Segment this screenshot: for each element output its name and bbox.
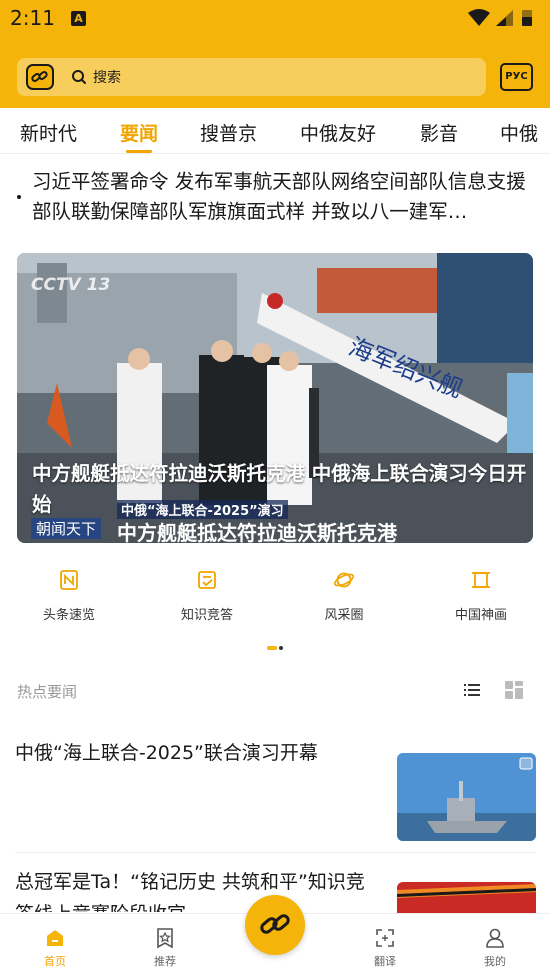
nav-label: 推荐 (154, 955, 176, 968)
warship-image (397, 753, 536, 841)
search-bar[interactable]: 搜索 (17, 58, 486, 96)
shortcut-label: 头条速览 (42, 608, 95, 623)
section-title: 热点要闻 (17, 683, 78, 701)
language-switch-button[interactable]: РУС (500, 63, 533, 91)
shortcut-grid: 头条速览 知识竞答 风采圈 中国神画 (0, 565, 550, 635)
tab-china-russia[interactable]: 中俄 (500, 119, 538, 146)
status-icons (468, 9, 532, 26)
featured-banner[interactable]: 海军绍兴舰 CCTV 13 中方舰艇抵达符拉迪沃斯托克港 中俄海上联合演习今日开… (17, 253, 533, 543)
headline-text[interactable]: 习近平签署命令 发布军事航天部队网络空间部队信息支援部队联勤保障部队军旗旗面式样… (32, 167, 537, 227)
active-tab-indicator (126, 150, 152, 153)
pager-active-dot (267, 646, 277, 650)
tab-news[interactable]: 要闻 (120, 119, 158, 146)
news-item-thumbnail[interactable] (397, 882, 536, 913)
pager-dot (279, 646, 283, 650)
nav-home[interactable]: 首页 (0, 914, 110, 969)
nav-translate[interactable]: 翻译 (330, 914, 440, 969)
grid-view-icon[interactable] (504, 680, 524, 700)
tab-putin[interactable]: 搜普京 (200, 119, 257, 146)
banner-overlay-title: 中方舰艇抵达符拉迪沃斯托克港 (117, 521, 397, 543)
shortcut-label: 风采圈 (324, 608, 364, 623)
status-time: 2:11 (10, 6, 55, 30)
program-tag: 朝闻天下 (31, 518, 102, 539)
nav-recommend[interactable]: 推荐 (110, 914, 220, 969)
scroll-painting-icon (472, 572, 490, 588)
app-logo-button[interactable] (26, 64, 54, 90)
newspaper-icon (60, 570, 78, 590)
user-icon (486, 928, 504, 948)
shortcut-label: 中国神画 (454, 608, 507, 623)
nav-label: 翻译 (374, 955, 396, 968)
shortcut-quiz[interactable]: 知识竞答 (147, 565, 267, 623)
star-badge-icon (157, 928, 173, 949)
shortcut-pager (267, 646, 287, 652)
center-link-button[interactable] (245, 895, 305, 955)
category-tabs: 新时代 要闻 搜普京 中俄友好 影音 中俄 (0, 108, 550, 154)
quiz-icon (198, 571, 216, 589)
translate-icon (376, 929, 394, 947)
tab-new-era[interactable]: 新时代 (20, 119, 77, 146)
wifi-icon (468, 9, 490, 26)
victory-day-image (397, 882, 536, 913)
link-icon (31, 71, 48, 82)
tab-china-russia-friendship[interactable]: 中俄友好 (300, 119, 376, 146)
news-item-thumbnail[interactable] (397, 753, 536, 841)
nav-profile[interactable]: 我的 (440, 914, 550, 969)
shortcut-paintings[interactable]: 中国神画 (421, 565, 541, 623)
link-icon (260, 914, 290, 934)
shortcut-moments[interactable]: 风采圈 (284, 565, 404, 623)
home-icon (47, 930, 63, 946)
app-header: 2:11 A 搜索 РУС (0, 0, 550, 108)
nav-label: 首页 (44, 955, 66, 968)
nav-label: 我的 (484, 955, 506, 968)
news-item-title[interactable]: 中俄“海上联合-2025”联合演习开幕 (15, 737, 380, 769)
news-divider (15, 852, 536, 853)
notification-icon: A (71, 11, 86, 26)
cctv-watermark: CCTV 13 (31, 275, 111, 295)
top-headline[interactable]: 习近平签署命令 发布军事航天部队网络空间部队信息支援部队联勤保障部队军旗旗面式样… (0, 160, 550, 240)
shortcut-label: 知识竞答 (180, 608, 233, 623)
bullet-dot (17, 195, 21, 199)
planet-icon (333, 572, 355, 588)
status-bar: 2:11 A (0, 0, 550, 38)
list-view-icon[interactable] (463, 681, 481, 699)
news-item-title[interactable]: 总冠军是Ta！“铭记历史 共筑和平”知识竞答线上竞赛阶段收官 (15, 866, 380, 912)
shortcut-headlines[interactable]: 头条速览 (9, 565, 129, 623)
search-input[interactable]: 搜索 (93, 67, 121, 87)
tab-media[interactable]: 影音 (420, 119, 458, 146)
search-icon (72, 70, 86, 84)
